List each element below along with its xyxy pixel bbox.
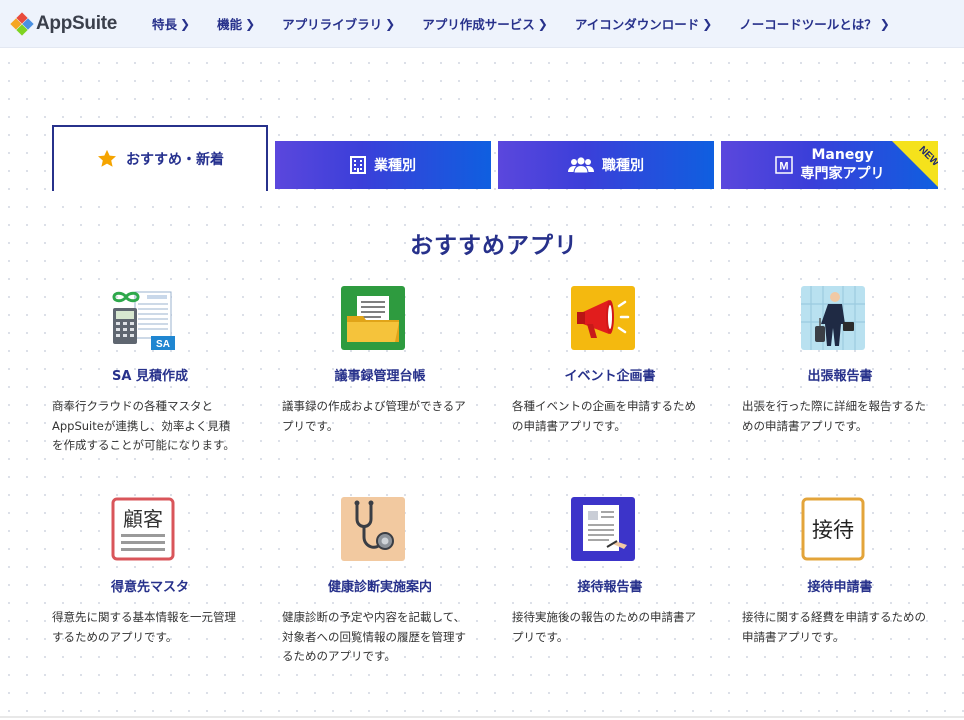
- svg-text:SA: SA: [156, 339, 170, 350]
- app-card: 出張報告書 出張を行った際に詳細を報告するための申請書アプリです。: [742, 286, 938, 436]
- app-card: SA SA 見積作成 商奉行クラウドの各種マスタとAppSuiteが連携し、効率…: [52, 286, 248, 456]
- section-title: おすすめアプリ: [410, 233, 578, 259]
- top-navigation-bar: AppSuite 特長 ❯ 機能 ❯ アプリライブラリ ❯ アプリ作成サービス ❯ アイ…: [0, 0, 964, 48]
- new-badge: NEW: [892, 141, 938, 187]
- nav-label: アイコンダウンロード: [574, 17, 700, 32]
- app-title[interactable]: イベント企画書: [512, 365, 708, 384]
- app-title[interactable]: 健康診断実施案内: [282, 576, 478, 595]
- app-card: 接待報告書 接待実施後の報告のための申請書アプリです。: [512, 497, 708, 647]
- appsuite-logo-icon: [10, 11, 34, 36]
- appsuite-logo[interactable]: AppSuite: [10, 11, 132, 36]
- nav-label: ノーコードツールとは？: [739, 17, 877, 32]
- app-card: 議事録管理台帳 議事録の作成および管理ができるアプリです。: [282, 286, 478, 436]
- nav-app-creation-service[interactable]: アプリ作成サービス ❯: [422, 14, 548, 33]
- star-icon: [96, 148, 118, 170]
- business-traveler-icon[interactable]: [801, 286, 865, 350]
- tab-label-line2: 専門家アプリ: [800, 166, 885, 182]
- main-nav: 特長 ❯ 機能 ❯ アプリライブラリ ❯ アプリ作成サービス ❯ アイコンダウンロード ❯…: [152, 14, 917, 33]
- customer-card-icon[interactable]: 顧客: [111, 497, 175, 561]
- app-description: 各種イベントの企画を申請するための申請書アプリです。: [512, 399, 696, 433]
- chevron-right-icon: ❯: [537, 16, 548, 31]
- app-card: 接待 接待申請書 接待に関する経費を申請するための申請書アプリです。: [742, 497, 938, 647]
- chevron-right-icon: ❯: [180, 16, 191, 31]
- chevron-right-icon: ❯: [385, 16, 396, 31]
- app-description: 接待に関する経費を申請するための申請書アプリです。: [742, 610, 926, 644]
- app-description: 商奉行クラウドの各種マスタとAppSuiteが連携し、効率よく見積を作成すること…: [52, 399, 235, 452]
- app-description: 得意先に関する基本情報を一元管理するためのアプリです。: [52, 610, 236, 644]
- tab-by-industry[interactable]: 業種別: [275, 141, 491, 189]
- nav-label: アプリライブラリ: [282, 17, 383, 32]
- svg-text:M: M: [779, 161, 788, 173]
- tab-label: Manegy 専門家アプリ: [801, 146, 885, 184]
- app-description: 議事録の作成および管理ができるアプリです。: [282, 399, 466, 433]
- megaphone-icon[interactable]: [571, 286, 635, 350]
- tab-label: 業種別: [374, 158, 416, 174]
- people-icon: [568, 157, 594, 173]
- app-card: 顧客 得意先マスタ 得意先に関する基本情報を一元管理するためのアプリです。: [52, 497, 248, 647]
- nav-label: 機能: [217, 17, 243, 32]
- estimate-sa-icon[interactable]: SA: [111, 286, 175, 350]
- nav-label: 特長: [152, 17, 178, 32]
- app-title[interactable]: 接待報告書: [512, 576, 708, 595]
- app-title[interactable]: 議事録管理台帳: [282, 365, 478, 384]
- app-description: 接待実施後の報告のための申請書アプリです。: [512, 610, 696, 644]
- tab-by-job[interactable]: 職種別: [498, 141, 714, 189]
- nav-icon-download[interactable]: アイコンダウンロード ❯: [575, 14, 712, 33]
- tab-manegy-expert[interactable]: M Manegy 専門家アプリ NEW: [721, 141, 938, 189]
- app-title[interactable]: 得意先マスタ: [52, 576, 248, 595]
- m-square-icon: M: [774, 156, 793, 174]
- customer-card-icon-text: 顧客: [123, 507, 163, 531]
- entertainment-card-icon-text: 接待: [812, 518, 854, 542]
- nav-features[interactable]: 特長 ❯: [152, 14, 190, 33]
- tab-label: 職種別: [602, 158, 644, 174]
- footer-divider: [0, 716, 964, 718]
- nav-app-library[interactable]: アプリライブラリ ❯: [282, 14, 395, 33]
- nav-what-is-nocode[interactable]: ノーコードツールとは？ ❯: [739, 14, 890, 33]
- tab-label: おすすめ・新着: [126, 152, 224, 168]
- app-title[interactable]: 接待申請書: [742, 576, 938, 595]
- building-icon: [350, 156, 366, 174]
- app-card: イベント企画書 各種イベントの企画を申請するための申請書アプリです。: [512, 286, 708, 436]
- chevron-right-icon: ❯: [245, 16, 256, 31]
- app-title[interactable]: SA 見積作成: [52, 365, 248, 384]
- category-tabs: おすすめ・新着 業種別 職種別 M Manegy 専門家アプリ NEW: [52, 125, 938, 191]
- tab-label-line1: Manegy: [811, 147, 874, 163]
- nav-label: アプリ作成サービス: [422, 17, 535, 32]
- chevron-right-icon: ❯: [879, 16, 890, 31]
- app-title[interactable]: 出張報告書: [742, 365, 938, 384]
- logo-text: AppSuite: [36, 12, 117, 34]
- entertainment-card-icon[interactable]: 接待: [801, 497, 865, 561]
- stethoscope-icon[interactable]: [341, 497, 405, 561]
- app-card: 健康診断実施案内 健康診断の予定や内容を記載して、対象者への回覧情報の履歴を管理…: [282, 497, 478, 667]
- report-document-icon[interactable]: [571, 497, 635, 561]
- nav-functions[interactable]: 機能 ❯: [217, 14, 255, 33]
- tab-recommended[interactable]: おすすめ・新着: [52, 125, 268, 191]
- chevron-right-icon: ❯: [702, 16, 713, 31]
- app-description: 出張を行った際に詳細を報告するための申請書アプリです。: [742, 399, 926, 433]
- app-description: 健康診断の予定や内容を記載して、対象者への回覧情報の履歴を管理するためのアプリで…: [282, 610, 466, 663]
- folder-document-icon[interactable]: [341, 286, 405, 350]
